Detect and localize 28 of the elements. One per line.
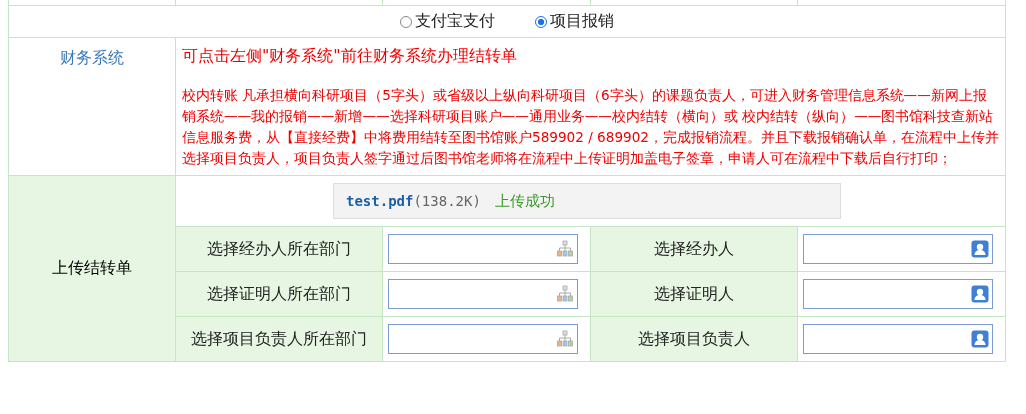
user-icon[interactable]: [971, 285, 989, 303]
input-field[interactable]: [388, 324, 578, 354]
org-chart-icon[interactable]: [556, 330, 574, 348]
input-field[interactable]: [803, 324, 993, 354]
field-label: 选择证明人: [654, 283, 734, 303]
user-icon[interactable]: [971, 330, 989, 348]
instruction-text: 校内转账 凡承担横向科研项目（5字头）或省级以上纵向科研项目（6字头）的课题负责人，可进入财务管理信息系统——新网上报销系统——我的报销——新增——选择科研项目账户——通用业务——校内结转（横向）或 校内结转（纵向）——图书馆科技查新站信息服务费，从【直接经费】中将费用结转至图书馆账户589902 / 689902，完成报销流程。并且下载报销确认单，在流程中上传并选择项目负责人，项目负责人签字通过后图书馆老师将在流程中上传证明加盖电子签章，申请人可在流程中下载后自行打印；: [182, 86, 999, 168]
field-label: 选择证明人所在部门: [207, 283, 351, 303]
field-label: 选择经办人: [654, 238, 734, 258]
input-field[interactable]: [388, 234, 578, 264]
row-label: 上传结转单: [52, 258, 132, 277]
field-label: 选择项目负责人所在部门: [191, 328, 367, 348]
org-chart-icon[interactable]: [556, 285, 574, 303]
radio-option[interactable]: 项目报销: [535, 11, 614, 32]
upload-status: 上传成功: [494, 191, 555, 211]
instruction-heading: 可点击左侧"财务系统"前往财务系统办理结转单: [182, 46, 518, 67]
input-field[interactable]: [388, 279, 578, 309]
radio-icon[interactable]: [535, 15, 547, 28]
file-name[interactable]: test.pdf: [346, 193, 414, 209]
user-icon[interactable]: [971, 240, 989, 258]
radio-option[interactable]: 支付宝支付: [400, 11, 495, 32]
finance-system-link[interactable]: 财务系统: [60, 48, 124, 67]
org-chart-icon[interactable]: [556, 240, 574, 258]
field-label: 选择项目负责人: [638, 328, 750, 348]
input-field[interactable]: [803, 279, 993, 309]
field-label: 选择经办人所在部门: [207, 238, 351, 258]
input-field[interactable]: [803, 234, 993, 264]
file-size: (138.2K): [413, 193, 481, 209]
